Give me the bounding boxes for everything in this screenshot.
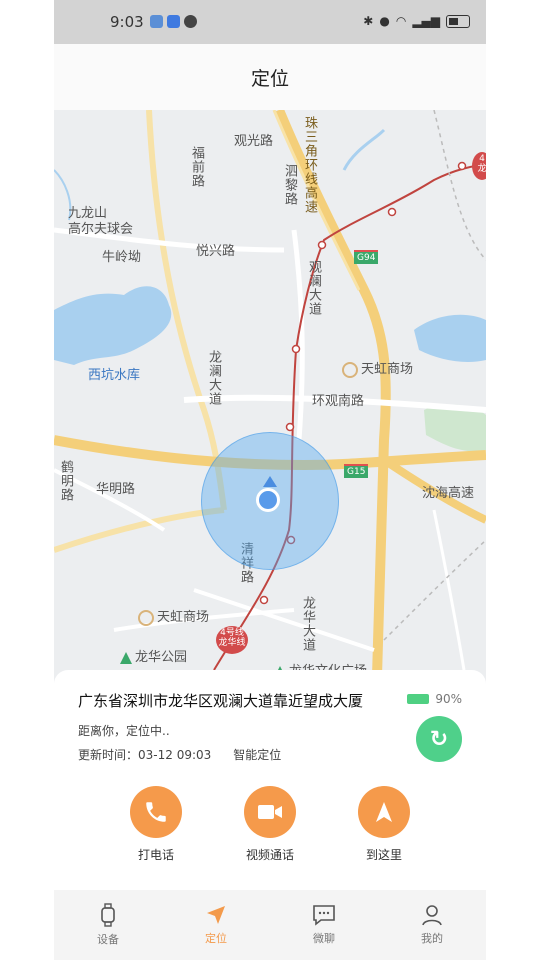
device-battery: 90%	[407, 692, 462, 706]
bottom-tab-bar: 设备 定位 微聊 我的	[54, 890, 486, 960]
map-label-road: 观澜大道	[306, 260, 321, 316]
locate-mode: 智能定位	[233, 748, 282, 762]
tab-device[interactable]: 设备	[78, 903, 138, 947]
phone-icon	[130, 786, 182, 838]
map-label-road: 悦兴路	[196, 244, 236, 259]
page-title: 定位	[54, 44, 486, 110]
highway-badge: G15	[344, 464, 369, 478]
map-label-golf: 九龙山 高尔夫球会	[68, 206, 134, 237]
navigate-label: 到这里	[365, 848, 402, 862]
call-label: 打电话	[137, 848, 174, 862]
tab-label: 我的	[421, 932, 443, 945]
refresh-location-button[interactable]: ↻	[416, 716, 462, 762]
map-label-road: 龙华大道	[300, 596, 315, 652]
location-direction-icon	[263, 476, 277, 487]
battery-icon	[407, 694, 430, 704]
app-screen: 定位 观光路 福前路 泗黎路 珠三角环线高速 九龙山 高尔夫球会 牛岭坳 悦兴路…	[54, 44, 486, 960]
video-icon	[244, 786, 296, 838]
map-label-reservoir: 西坑水库	[88, 368, 141, 383]
map-label-road: 福前路	[189, 146, 204, 188]
map-label-road: 华明路	[96, 482, 136, 497]
video-call-button[interactable]: 视频通话	[242, 786, 298, 863]
tab-location[interactable]: 定位	[186, 904, 246, 946]
navigate-button[interactable]: 到这里	[356, 786, 412, 863]
update-info: 更新时间：03-12 09:03 智能定位	[78, 746, 281, 763]
map-poi-mall: 天虹商场	[342, 358, 413, 378]
update-time-label: 更新时间：	[78, 748, 139, 762]
metro-line-badge: 4 龙	[472, 152, 486, 180]
tab-chat[interactable]: 微聊	[294, 904, 354, 946]
map-label-road: 观光路	[234, 134, 274, 149]
map-label-place: 牛岭坳	[102, 250, 142, 265]
call-button[interactable]: 打电话	[128, 786, 184, 863]
signal-icon: ▂▄▆	[412, 14, 440, 28]
status-notification-icons	[150, 15, 197, 28]
user-icon	[422, 905, 442, 926]
highway-badge: G94	[354, 250, 379, 264]
map-label-road: 泗黎路	[282, 164, 297, 206]
status-time: 9:03	[110, 13, 144, 31]
status-system-icons: ✱ ● ◠ ▂▄▆	[363, 14, 470, 28]
current-location-marker[interactable]	[256, 488, 280, 512]
location-info-panel: 广东省深圳市龙华区观澜大道靠近望成大厦 90% 距离你，定位中.. 更新时间：0…	[54, 670, 486, 890]
battery-percent: 90%	[435, 692, 462, 706]
map-label-road: 环观南路	[312, 394, 365, 409]
tab-profile[interactable]: 我的	[402, 904, 462, 946]
app-icon	[150, 15, 163, 28]
distance-status: 距离你，定位中..	[78, 724, 170, 738]
map-label-road: 沈海高速	[422, 486, 475, 501]
tab-label: 定位	[205, 932, 227, 945]
park-icon	[120, 651, 132, 664]
metro-line-badge: 4号线 龙华线	[216, 626, 248, 654]
shop-icon	[342, 361, 358, 378]
message-icon	[184, 15, 197, 28]
shop-icon	[138, 609, 154, 626]
bluetooth-icon: ✱	[363, 14, 374, 28]
map-label-road: 龙澜大道	[206, 350, 221, 406]
map-label-road: 鹤明路	[58, 460, 73, 502]
location-pin-icon: ●	[379, 14, 390, 28]
action-buttons: 打电话 视频通话 到这里	[54, 786, 486, 863]
battery-icon	[446, 14, 470, 28]
tab-label: 设备	[97, 933, 119, 946]
map-roads	[54, 110, 486, 710]
wifi-icon: ◠	[395, 14, 407, 28]
app-icon	[167, 15, 180, 28]
tab-label: 微聊	[313, 932, 335, 945]
video-call-label: 视频通话	[245, 848, 294, 862]
map-poi-park: 龙华公园	[120, 646, 187, 665]
status-bar: 9:03 ✱ ● ◠ ▂▄▆	[54, 0, 486, 44]
refresh-icon: ↻	[429, 726, 449, 752]
navigate-icon	[358, 786, 410, 838]
update-time-value: 03-12 09:03	[138, 748, 212, 762]
location-address: 广东省深圳市龙华区观澜大道靠近望成大厦	[78, 692, 364, 710]
map-label-expressway: 珠三角环线高速	[302, 116, 317, 214]
map-view[interactable]: 观光路 福前路 泗黎路 珠三角环线高速 九龙山 高尔夫球会 牛岭坳 悦兴路 观澜…	[54, 110, 486, 710]
chat-icon	[313, 905, 335, 926]
watch-icon	[101, 903, 115, 927]
location-arrow-icon	[207, 906, 225, 924]
map-poi-mall: 天虹商场	[138, 606, 209, 626]
